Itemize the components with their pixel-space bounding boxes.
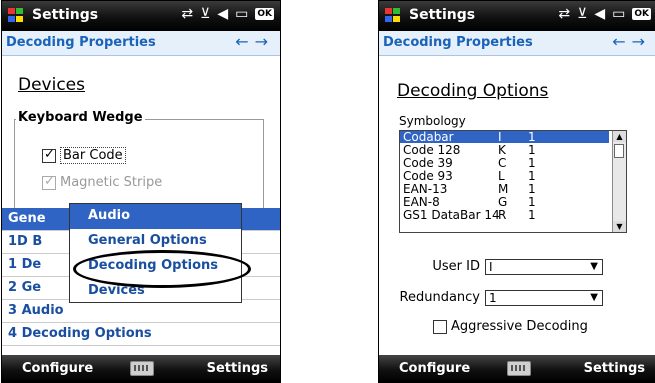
redundancy-dropdown[interactable]: 1 ▼ — [485, 290, 603, 306]
list-item[interactable]: EAN-13 M 1 — [400, 183, 609, 195]
device-screen-left: Settings ⇄ ⊻ ◀ ▭ OK Decoding Properties … — [1, 0, 281, 383]
title-bar: Settings ⇄ ⊻ ◀ ▭ OK — [379, 1, 655, 31]
symbology-label: Symbology — [399, 114, 466, 128]
sub-header: Decoding Properties ←→ — [2, 31, 280, 56]
settings-softkey[interactable]: Settings — [584, 361, 645, 376]
aggressive-decoding-row[interactable]: Aggressive Decoding — [433, 319, 588, 334]
bar-code-checkbox-row[interactable]: Bar Code — [42, 147, 126, 164]
bar-code-checkbox[interactable] — [42, 147, 56, 163]
settings-softkey[interactable]: Settings — [207, 361, 268, 376]
app-title: Settings — [409, 7, 476, 23]
connectivity-icon[interactable]: ⇄ — [558, 6, 570, 22]
nav-arrows: ←→ — [612, 32, 651, 51]
ok-button[interactable]: OK — [632, 8, 651, 20]
app-title: Settings — [32, 7, 99, 23]
keyboard-icon[interactable] — [507, 361, 531, 376]
user-id-value: I — [489, 260, 493, 274]
menu-item-label: 3 Audio — [8, 303, 64, 318]
menu-item-label: 4 Decoding Options — [8, 326, 152, 341]
user-id-label: User ID — [432, 259, 480, 274]
windows-logo-icon[interactable] — [8, 8, 24, 23]
chevron-down-icon: ▼ — [590, 261, 598, 272]
menu-item-label: 1D B — [8, 234, 43, 249]
list-item[interactable]: EAN-8 G 1 — [400, 196, 609, 208]
scroll-down-icon[interactable]: ▼ — [613, 221, 626, 232]
battery-icon[interactable]: ▭ — [612, 6, 625, 22]
battery-icon[interactable]: ▭ — [235, 6, 248, 22]
sub-header: Decoding Properties ←→ — [379, 31, 655, 56]
list-item[interactable]: Code 128 K 1 — [400, 144, 609, 156]
softkey-bar: Configure Settings — [379, 355, 655, 382]
keyboard-icon[interactable] — [130, 361, 154, 376]
menu-item-label: Gene — [8, 211, 46, 226]
forward-arrow-icon[interactable]: → — [255, 32, 274, 51]
device-screen-right: Settings ⇄ ⊻ ◀ ▭ OK Decoding Properties … — [378, 0, 655, 383]
page-title: Decoding Options — [397, 81, 549, 101]
aggressive-decoding-label: Aggressive Decoding — [451, 319, 588, 334]
magnetic-stripe-checkbox — [42, 174, 56, 190]
user-id-dropdown[interactable]: I ▼ — [485, 259, 603, 275]
popup-item-label: General Options — [88, 233, 207, 248]
signal-off-icon[interactable]: ⊻ — [200, 6, 210, 22]
volume-icon[interactable]: ◀ — [217, 6, 228, 22]
menu-item-label: 2 Ge — [8, 280, 42, 295]
connectivity-icon[interactable]: ⇄ — [181, 6, 193, 22]
ok-button[interactable]: OK — [255, 8, 274, 20]
back-arrow-icon[interactable]: ← — [235, 32, 254, 51]
softkey-bar: Configure Settings — [2, 355, 280, 382]
aggressive-decoding-checkbox[interactable] — [433, 319, 447, 334]
highlight-ellipse — [73, 250, 251, 288]
magnetic-stripe-checkbox-row: Magnetic Stripe — [42, 174, 163, 190]
menu-item-4-decoding-options[interactable]: 4 Decoding Options — [2, 323, 280, 346]
redundancy-label: Redundancy — [399, 290, 480, 305]
magnetic-stripe-label: Magnetic Stripe — [60, 175, 163, 190]
page-title: Devices — [18, 75, 85, 95]
volume-icon[interactable]: ◀ — [594, 6, 605, 22]
group-label: Keyboard Wedge — [16, 110, 145, 125]
list-item[interactable]: GS1 DataBar 14 R 1 — [400, 209, 609, 221]
menu-item-label: 1 De — [8, 257, 42, 272]
listbox-scrollbar[interactable]: ▲ ▼ — [612, 131, 626, 232]
back-arrow-icon[interactable]: ← — [612, 32, 631, 51]
redundancy-value: 1 — [489, 291, 497, 305]
section-title: Decoding Properties — [383, 35, 533, 50]
list-item[interactable]: Code 93 L 1 — [400, 170, 609, 182]
configure-softkey[interactable]: Configure — [399, 361, 470, 376]
configure-softkey[interactable]: Configure — [22, 361, 93, 376]
scroll-thumb[interactable] — [614, 144, 624, 158]
popup-item-audio[interactable]: Audio — [70, 204, 241, 229]
signal-off-icon[interactable]: ⊻ — [577, 6, 587, 22]
popup-item-label: Audio — [88, 208, 131, 223]
title-bar: Settings ⇄ ⊻ ◀ ▭ OK — [2, 1, 280, 31]
nav-arrows: ←→ — [235, 32, 274, 51]
chevron-down-icon: ▼ — [590, 292, 598, 303]
windows-logo-icon[interactable] — [385, 8, 401, 23]
bar-code-label: Bar Code — [60, 147, 126, 164]
list-item[interactable]: Codabar I 1 — [400, 131, 609, 143]
symbology-listbox[interactable]: Codabar I 1 Code 128 K 1 Code 39 C 1 Code 93 L 1… — [399, 130, 627, 233]
scroll-up-icon[interactable]: ▲ — [613, 131, 626, 142]
section-title: Decoding Properties — [6, 35, 156, 50]
forward-arrow-icon[interactable]: → — [632, 32, 651, 51]
list-item[interactable]: Code 39 C 1 — [400, 157, 609, 169]
